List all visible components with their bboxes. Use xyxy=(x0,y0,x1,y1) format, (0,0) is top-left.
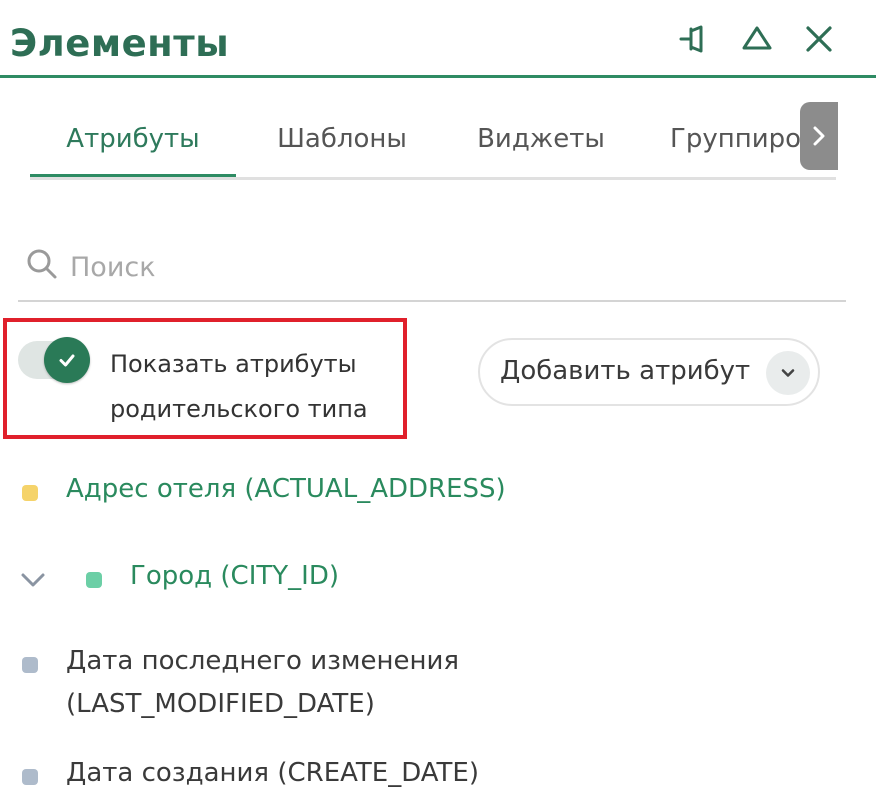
tabs-scroll-right-button[interactable] xyxy=(800,102,838,170)
attribute-label-line2: (LAST_MODIFIED_DATE) xyxy=(66,689,375,719)
chevron-right-icon xyxy=(813,126,825,146)
active-tab-indicator xyxy=(30,174,236,177)
add-attribute-button[interactable]: Добавить атрибут xyxy=(478,338,820,406)
toggle-label: Показать атрибуты родительского типа xyxy=(110,350,368,423)
add-attribute-label: Добавить атрибут xyxy=(500,356,751,386)
pin-icon[interactable] xyxy=(676,20,714,58)
collapse-icon[interactable] xyxy=(738,20,776,58)
tab-attributes[interactable]: Атрибуты xyxy=(30,100,236,177)
type-color-marker xyxy=(22,657,38,673)
type-color-marker xyxy=(22,485,38,501)
panel-header: Элементы xyxy=(0,0,876,78)
search-bar xyxy=(18,232,846,302)
close-icon[interactable] xyxy=(800,20,838,58)
attribute-label: Дата создания (CREATE_DATE) xyxy=(66,758,479,788)
attribute-label: Город (CITY_ID) xyxy=(130,561,339,591)
toggle-knob xyxy=(44,337,90,383)
attribute-label: Адрес отеля (ACTUAL_ADDRESS) xyxy=(66,474,506,504)
search-input[interactable] xyxy=(68,242,832,292)
search-icon xyxy=(26,248,58,284)
show-parent-attributes-toggle[interactable] xyxy=(18,337,90,383)
chevron-down-icon xyxy=(766,351,810,395)
panel-title: Элементы xyxy=(10,22,230,65)
attribute-label: Дата последнего изменения xyxy=(66,646,460,676)
tab-bar: Атрибуты Шаблоны Виджеты Группировки xyxy=(30,100,836,180)
check-icon xyxy=(59,354,75,367)
chevron-down-icon[interactable] xyxy=(18,565,48,599)
tab-templates[interactable]: Шаблоны xyxy=(254,100,430,177)
type-color-marker xyxy=(22,769,38,785)
type-color-marker xyxy=(86,572,102,588)
tab-widgets[interactable]: Виджеты xyxy=(458,100,624,177)
